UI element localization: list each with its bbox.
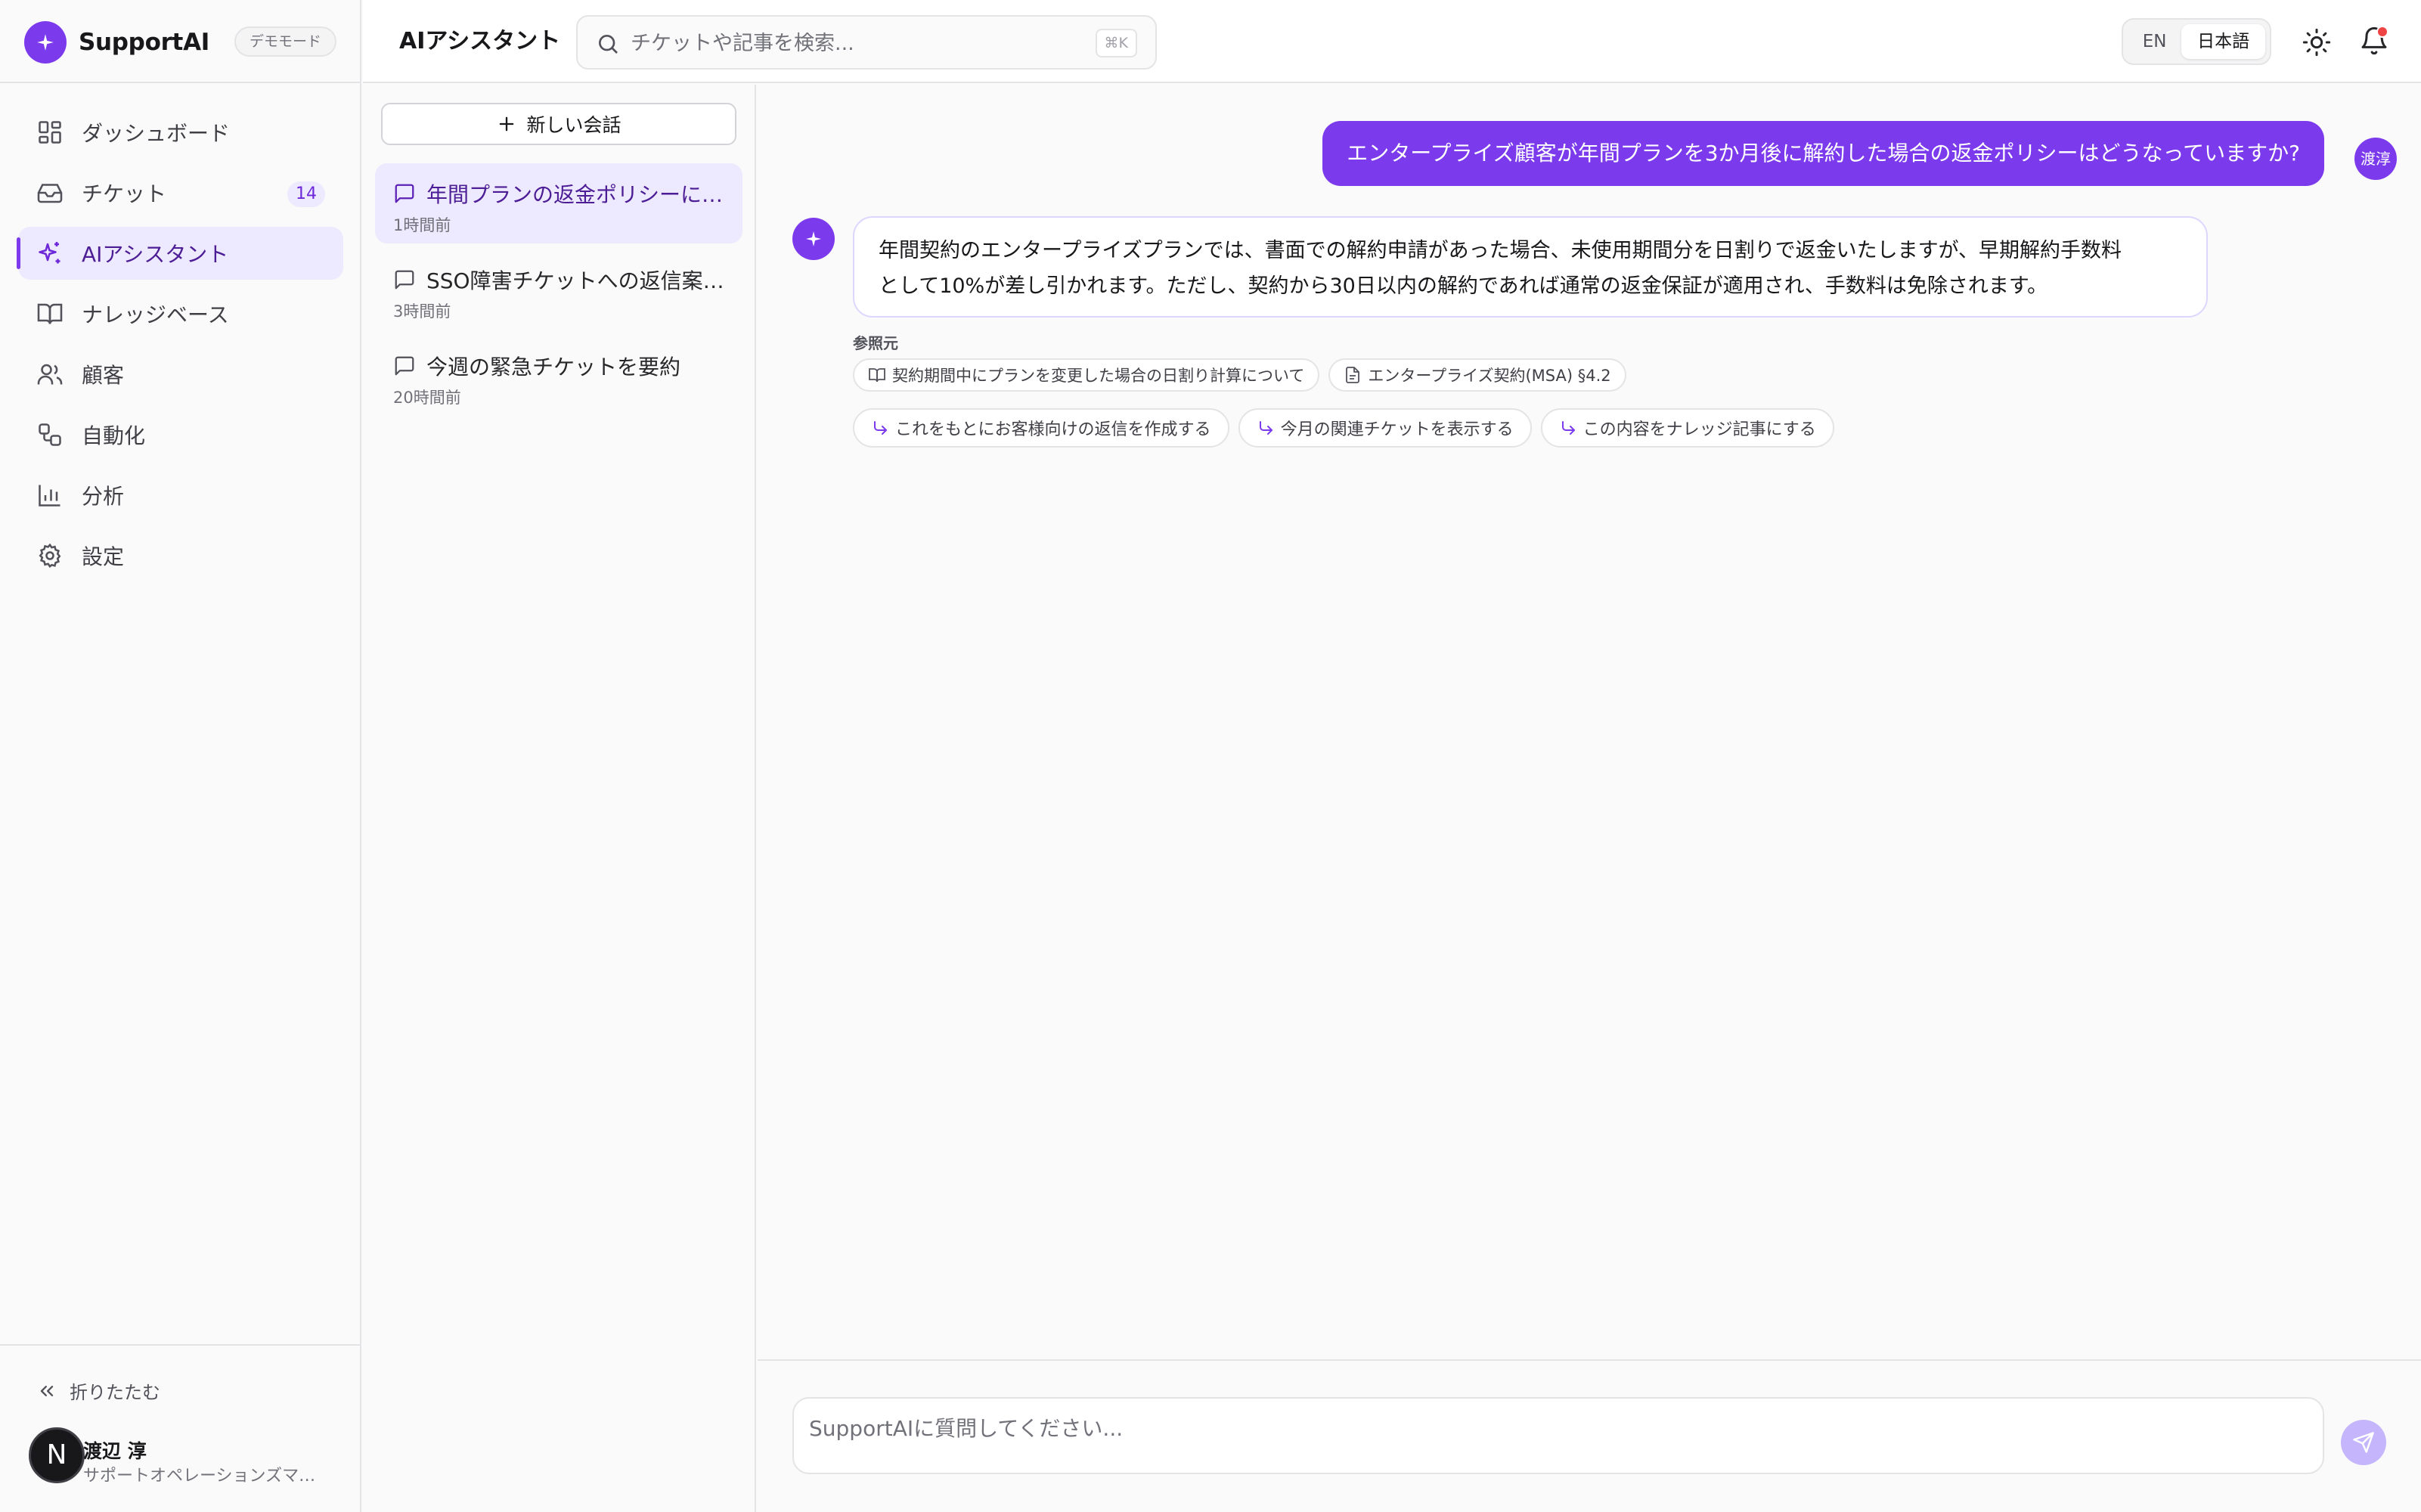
conversation-item[interactable]: 今週の緊急チケットを要約 20時間前 — [375, 336, 742, 416]
corner-down-right-icon — [871, 419, 889, 437]
nav-label: ナレッジベース — [82, 302, 229, 327]
conversation-title-row: 年間プランの返金ポリシーについて — [393, 178, 724, 209]
user-message-avatar: 渡淳 — [2354, 138, 2397, 180]
chat-panel: エンタープライズ顧客が年間プランを3か月後に解約した場合の返金ポリシーはどうなっ… — [758, 85, 2421, 1512]
user-message-row: エンタープライズ顧客が年間プランを3か月後に解約した場合の返金ポリシーはどうなっ… — [758, 121, 2421, 189]
top-bar: AIアシスタント ⌘K EN 日本語 — [363, 0, 2421, 83]
nav-item-tickets[interactable]: チケット 14 — [18, 166, 343, 219]
suggestion-chip[interactable]: 今月の関連チケットを表示する — [1238, 408, 1532, 448]
ai-message-line: 年間契約のエンタープライズプランでは、書面での解約申請があった場合、未使用期間分… — [879, 239, 2122, 262]
sparkle-logo-icon — [24, 21, 67, 64]
page-title: AIアシスタント — [399, 28, 561, 54]
source-chip-label: エンタープライズ契約(MSA) §4.2 — [1368, 367, 1611, 385]
dashboard-icon — [36, 119, 64, 146]
sidebar: SupportAI デモモード ダッシュボード チケット 14 AIアシスタント — [0, 0, 361, 1512]
chevrons-left-icon — [36, 1380, 57, 1402]
collapse-label: 折りたたむ — [70, 1382, 160, 1403]
search-input[interactable] — [631, 24, 1069, 62]
notification-dot — [2376, 26, 2388, 38]
nav-item-ai-assistant[interactable]: AIアシスタント — [17, 227, 343, 280]
sun-icon[interactable] — [2302, 27, 2332, 57]
brand-name: SupportAI — [79, 29, 210, 56]
ai-message-bubble: 年間契約のエンタープライズプランでは、書面での解約申請があった場合、未使用期間分… — [853, 216, 2208, 318]
message-square-icon — [393, 355, 416, 377]
suggestion-label: これをもとにお客様向けの返信を作成する — [895, 420, 1211, 439]
global-search[interactable]: ⌘K — [576, 15, 1157, 70]
conversation-item[interactable]: SSO障害チケットへの返信案を作成 3時間前 — [375, 249, 742, 330]
nav-label: ダッシュボード — [82, 121, 231, 146]
source-chips: 契約期間中にプランを変更した場合の日割り計算について エンタープライズ契約(MS… — [853, 358, 1635, 392]
nav-item-analytics[interactable]: 分析 — [18, 469, 343, 522]
corner-down-right-icon — [1257, 419, 1275, 437]
message-square-icon — [393, 182, 416, 205]
suggestion-chip[interactable]: これをもとにお客様向けの返信を作成する — [853, 408, 1229, 448]
conversation-list: 新しい会話 年間プランの返金ポリシーについて 1時間前 SSO障害チケットへの返… — [363, 85, 756, 1512]
chart-icon — [36, 482, 64, 509]
source-chip-label: 契約期間中にプランを変更した場合の日割り計算について — [892, 367, 1305, 385]
suggestion-label: 今月の関連チケットを表示する — [1280, 420, 1514, 439]
brand-header: SupportAI デモモード — [0, 0, 361, 83]
nav-item-customers[interactable]: 顧客 — [18, 348, 343, 401]
plus-icon — [496, 113, 517, 135]
suggestion-label: この内容をナレッジ記事にする — [1582, 420, 1816, 439]
nav-label: 自動化 — [82, 423, 146, 448]
source-chip[interactable]: 契約期間中にプランを変更した場合の日割り計算について — [853, 358, 1320, 392]
conversation-title-row: SSO障害チケットへの返信案を作成 — [393, 265, 724, 295]
user-name: 渡辺 淳 — [83, 1440, 147, 1462]
book-icon — [868, 366, 886, 384]
gear-icon — [36, 542, 64, 569]
message-composer — [758, 1359, 2421, 1512]
workflow-icon — [36, 421, 64, 448]
user-avatar[interactable]: N — [29, 1427, 85, 1483]
search-shortcut-hint: ⌘K — [1095, 29, 1137, 57]
sources-label: 参照元 — [853, 334, 898, 352]
send-button[interactable] — [2341, 1420, 2386, 1465]
conversation-title: 今週の緊急チケットを要約 — [426, 355, 681, 380]
inbox-icon — [36, 179, 64, 206]
ai-message-line: として10%が差し引かれます。ただし、契約から30日以内の解約であれば通常の返金… — [879, 274, 2048, 298]
main-nav: ダッシュボード チケット 14 AIアシスタント ナレッジベース 顧客 自動化 … — [17, 106, 343, 590]
message-input[interactable] — [792, 1397, 2324, 1474]
user-role: サポートオペレーションズマネージャー — [83, 1467, 325, 1486]
conversation-time: 1時間前 — [393, 216, 451, 234]
ai-avatar-sparkle-icon — [792, 218, 835, 260]
lang-ja-button[interactable]: 日本語 — [2181, 24, 2265, 59]
search-icon — [596, 32, 620, 56]
nav-label: AIアシスタント — [82, 242, 229, 267]
conversation-title: SSO障害チケットへの返信案を作成 — [426, 268, 724, 293]
nav-label: チケット — [82, 181, 167, 206]
suggestion-chips: これをもとにお客様向けの返信を作成する 今月の関連チケットを表示する この内容を… — [853, 408, 1843, 448]
sparkles-icon — [36, 240, 64, 267]
conversation-title: 年間プランの返金ポリシーについて — [426, 182, 724, 207]
suggestion-chip[interactable]: この内容をナレッジ記事にする — [1540, 408, 1834, 448]
nav-label: 設定 — [82, 544, 125, 569]
corner-down-right-icon — [1559, 419, 1577, 437]
send-icon — [2352, 1431, 2375, 1454]
lang-en-button[interactable]: EN — [2128, 24, 2181, 59]
nav-label: 顧客 — [82, 363, 125, 388]
conversation-time: 3時間前 — [393, 302, 451, 321]
language-switcher: EN 日本語 — [2122, 18, 2271, 65]
nav-item-knowledge-base[interactable]: ナレッジベース — [18, 287, 343, 340]
nav-item-automation[interactable]: 自動化 — [18, 408, 343, 461]
nav-item-dashboard[interactable]: ダッシュボード — [18, 106, 343, 159]
users-icon — [36, 361, 64, 388]
demo-mode-badge: デモモード — [234, 26, 337, 57]
conversation-title-row: 今週の緊急チケットを要約 — [393, 351, 724, 381]
new-conversation-button[interactable]: 新しい会話 — [381, 103, 736, 145]
document-icon — [1344, 366, 1362, 384]
nav-label: 分析 — [82, 484, 125, 509]
source-chip[interactable]: エンタープライズ契約(MSA) §4.2 — [1328, 358, 1626, 392]
message-square-icon — [393, 268, 416, 291]
new-conversation-label: 新しい会話 — [526, 114, 622, 136]
ticket-count-badge: 14 — [287, 181, 325, 207]
book-icon — [36, 300, 64, 327]
collapse-sidebar-button[interactable]: 折りたたむ — [36, 1377, 160, 1404]
sidebar-footer: 折りたたむ N 渡辺 淳 サポートオペレーションズマネージャー — [0, 1344, 361, 1512]
conversation-time: 20時間前 — [393, 389, 461, 407]
user-message-bubble: エンタープライズ顧客が年間プランを3か月後に解約した場合の返金ポリシーはどうなっ… — [1322, 121, 2324, 186]
nav-item-settings[interactable]: 設定 — [18, 529, 343, 582]
conversation-item[interactable]: 年間プランの返金ポリシーについて 1時間前 — [375, 163, 742, 243]
